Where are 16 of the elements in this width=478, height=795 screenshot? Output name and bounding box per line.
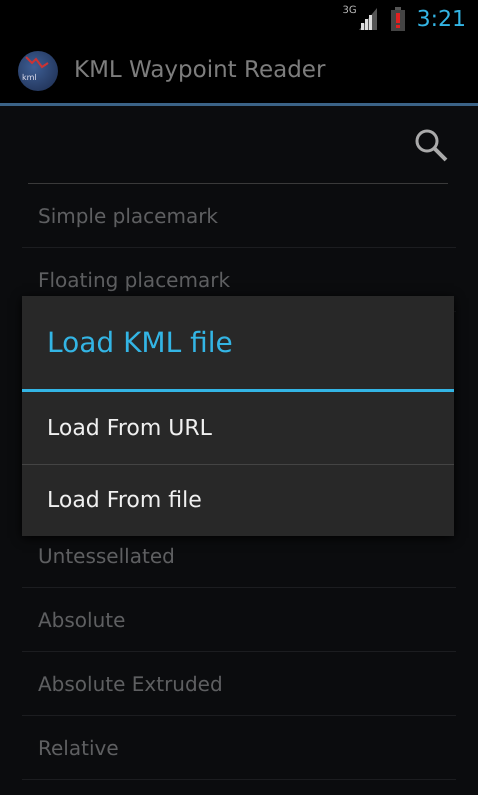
dialog-option[interactable]: Load From file <box>22 464 454 536</box>
app-icon: kml <box>18 50 58 90</box>
list-item[interactable]: Absolute <box>38 604 126 634</box>
dialog-option[interactable]: Load From URL <box>22 392 454 464</box>
signal-icon <box>358 8 377 30</box>
list-item[interactable]: Untessellated <box>38 540 175 570</box>
network-label: 3G <box>342 6 357 16</box>
list-item[interactable]: Simple placemark <box>38 200 218 230</box>
status-time: 3:21 <box>416 6 466 34</box>
list-item[interactable]: Relative <box>38 732 119 762</box>
search-icon[interactable] <box>414 128 448 162</box>
list-item[interactable]: Floating placemark <box>38 264 230 294</box>
app-title: KML Waypoint Reader <box>74 56 326 86</box>
dialog-title: Load KML file <box>22 296 454 392</box>
battery-alert-icon <box>390 7 405 31</box>
list-item[interactable]: Absolute Extruded <box>38 668 223 698</box>
